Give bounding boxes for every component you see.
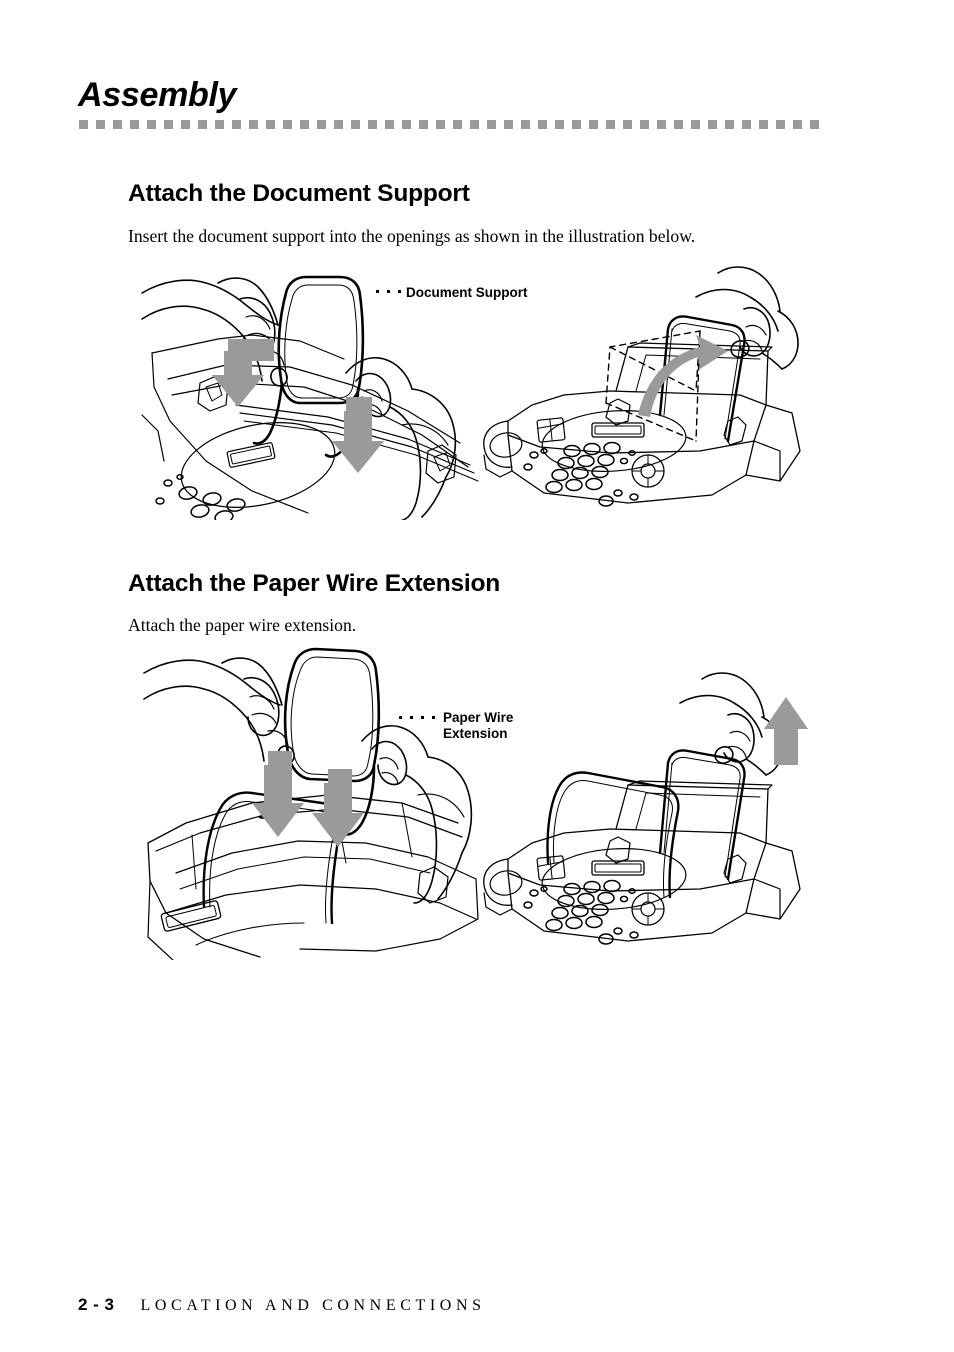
paper-wire-extension-callout-label: Paper Wire Extension xyxy=(443,710,513,742)
section-body-paper-wire-extension: Attach the paper wire extension. xyxy=(128,615,357,635)
document-support-leader-line xyxy=(376,290,406,293)
page-footer: 2 - 3 LOCATION AND CONNECTIONS xyxy=(78,1295,486,1315)
callout-line-2: Extension xyxy=(443,725,508,741)
document-support-callout-label: Document Support xyxy=(406,285,528,300)
title-dashed-rule xyxy=(79,120,823,129)
paper-wire-extension-leader-line xyxy=(399,716,443,719)
section-heading-paper-wire-extension: Attach the Paper Wire Extension xyxy=(128,570,501,597)
callout-line-1: Paper Wire xyxy=(443,710,514,725)
section-body-document-support: Insert the document support into the ope… xyxy=(128,226,696,246)
footer-page-number: 2 - 3 xyxy=(78,1295,115,1314)
footer-chapter-name: LOCATION AND CONNECTIONS xyxy=(140,1297,486,1314)
manual-page: Assembly Attach the Document Support Ins… xyxy=(0,0,954,1352)
paper-wire-extension-illustration xyxy=(140,645,820,960)
section-heading-document-support: Attach the Document Support xyxy=(128,180,470,207)
page-title: Assembly xyxy=(78,76,237,114)
